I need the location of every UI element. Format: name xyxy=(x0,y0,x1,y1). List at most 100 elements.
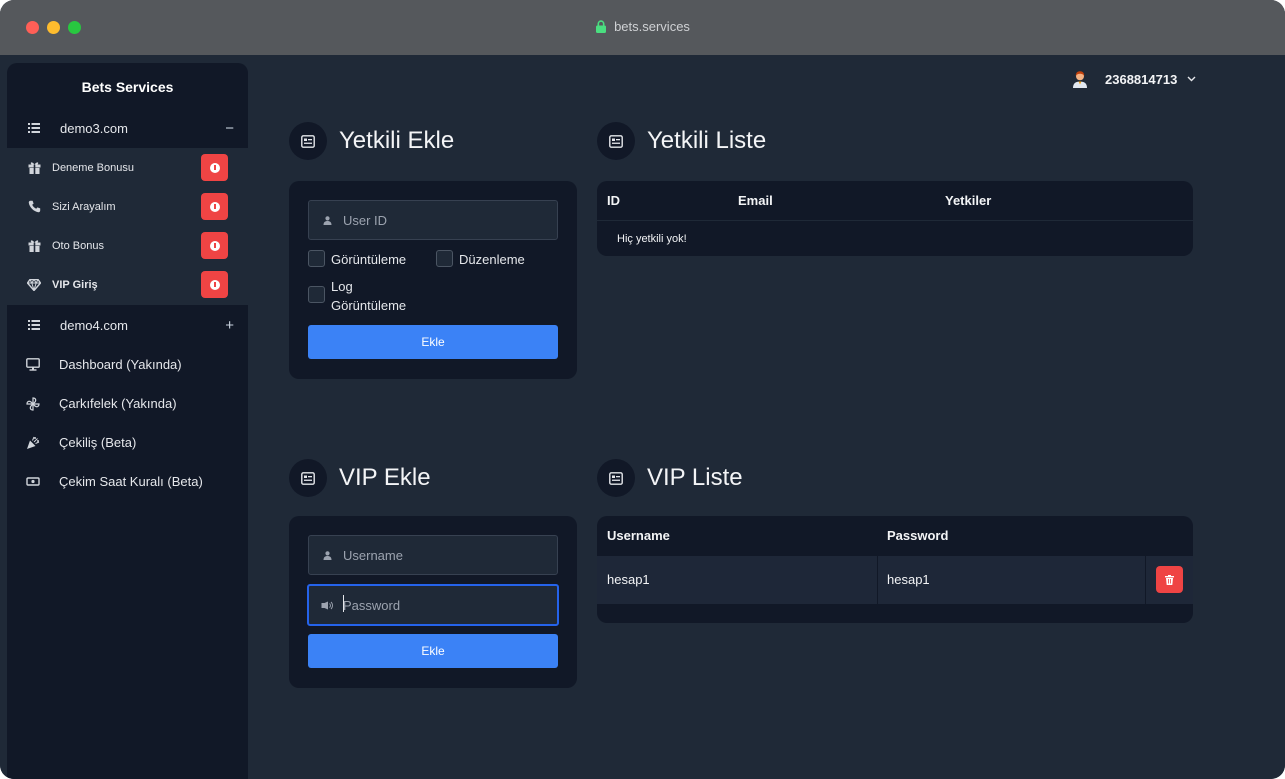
lock-icon xyxy=(596,20,607,33)
username-field[interactable] xyxy=(308,535,558,575)
column-header-email: Email xyxy=(738,193,773,208)
window-controls xyxy=(26,21,81,34)
form-icon xyxy=(289,459,327,497)
sidebar-item-carkifelek[interactable]: Çarkıfelek (Yakında) xyxy=(7,384,248,423)
address-bar[interactable]: bets.services xyxy=(595,19,690,34)
sidebar-item-label: Oto Bonus xyxy=(52,239,104,252)
sidebar-item-dashboard[interactable]: Dashboard (Yakında) xyxy=(7,345,248,384)
perm-log-checkbox[interactable]: Log Görüntüleme xyxy=(308,277,406,315)
browser-window: bets.services Bets Services demo3.com − … xyxy=(0,0,1285,779)
yetkili-liste-table: ID Email Yetkiler Hiç yetkili yok! xyxy=(597,181,1193,256)
checkbox-box[interactable] xyxy=(436,250,453,267)
sidebar-item-label: Sizi Arayalım xyxy=(52,200,116,213)
alert-button[interactable] xyxy=(201,232,228,259)
sidebar-item-label: Deneme Bonusu xyxy=(52,161,134,174)
collapse-icon[interactable]: − xyxy=(225,120,234,137)
avatar xyxy=(1073,71,1087,88)
vip-ekle-card: Ekle xyxy=(289,516,577,688)
vip-liste-table: Username Password hesap1 hesap1 xyxy=(597,516,1193,623)
column-divider xyxy=(877,556,878,604)
sidebar-item-cekim-saat-kurali[interactable]: Çekim Saat Kuralı (Beta) xyxy=(7,462,248,501)
sidebar-item-deneme-bonusu[interactable]: Deneme Bonusu xyxy=(7,148,248,187)
yetkili-ekle-card: Görüntüleme Düzenleme Log Görüntüleme Ek… xyxy=(289,181,577,379)
sidebar-item-label: Dashboard (Yakında) xyxy=(59,357,182,372)
sidebar-subgroup-demo3: Deneme Bonusu Sizi Arayalım Oto Bonus VI… xyxy=(7,148,248,305)
column-header-id: ID xyxy=(607,193,620,208)
password-input[interactable] xyxy=(343,597,543,613)
ekle-button[interactable]: Ekle xyxy=(308,325,558,359)
empty-table-message: Hiç yetkili yok! xyxy=(617,233,687,245)
delete-button[interactable] xyxy=(1156,566,1183,593)
ekle-button[interactable]: Ekle xyxy=(308,634,558,668)
sidebar-item-cekilis[interactable]: Çekiliş (Beta) xyxy=(7,423,248,462)
alert-icon xyxy=(209,240,220,251)
column-divider xyxy=(1145,556,1146,604)
user-icon xyxy=(321,214,333,226)
user-id-input[interactable] xyxy=(343,212,543,228)
list-icon xyxy=(26,120,42,136)
alert-icon xyxy=(209,201,220,212)
text-cursor xyxy=(343,595,344,612)
column-header-yetkiler: Yetkiler xyxy=(945,193,992,208)
alert-icon xyxy=(209,162,220,173)
section-heading-vip-liste: VIP Liste xyxy=(597,459,743,497)
minimize-window-button[interactable] xyxy=(47,21,60,34)
username-input[interactable] xyxy=(343,547,543,563)
diamond-icon xyxy=(26,277,42,293)
sidebar-item-label: Çekim Saat Kuralı (Beta) xyxy=(59,474,203,489)
sidebar-site-demo3[interactable]: demo3.com − xyxy=(7,109,248,147)
column-header-password: Password xyxy=(887,528,949,543)
key-icon xyxy=(321,599,333,611)
section-title: Yetkili Ekle xyxy=(339,127,455,154)
checkbox-label-line1: Log xyxy=(331,279,353,294)
form-icon xyxy=(597,459,635,497)
password-field[interactable] xyxy=(307,584,559,626)
perm-view-checkbox[interactable]: Görüntüleme xyxy=(308,250,406,269)
sidebar-site-label: demo4.com xyxy=(60,317,128,333)
chevron-down-icon xyxy=(1187,74,1196,85)
list-icon xyxy=(26,317,42,333)
monitor-icon xyxy=(25,357,41,373)
section-title: VIP Liste xyxy=(647,464,743,491)
section-title: VIP Ekle xyxy=(339,464,431,491)
section-heading-vip-ekle: VIP Ekle xyxy=(289,459,431,497)
checkbox-box[interactable] xyxy=(308,286,325,303)
perm-edit-checkbox[interactable]: Düzenleme xyxy=(436,250,525,269)
expand-icon[interactable]: + xyxy=(225,317,234,334)
gift-icon xyxy=(26,160,42,176)
sidebar-item-label: Çarkıfelek (Yakında) xyxy=(59,396,177,411)
pinwheel-icon xyxy=(25,396,41,412)
table-divider xyxy=(597,220,1193,221)
brand-title: Bets Services xyxy=(81,78,174,95)
user-id-field[interactable] xyxy=(308,200,558,240)
alert-button[interactable] xyxy=(201,193,228,220)
form-icon xyxy=(597,122,635,160)
party-popper-icon xyxy=(25,435,41,451)
user-menu[interactable]: 2368814713 xyxy=(1072,70,1196,88)
gift-icon xyxy=(26,238,42,254)
alert-button[interactable] xyxy=(201,154,228,181)
checkbox-label-line2: Görüntüleme xyxy=(331,298,407,313)
section-heading-yetkili-ekle: Yetkili Ekle xyxy=(289,122,454,160)
checkbox-label: Düzenleme xyxy=(459,252,525,267)
cell-username: hesap1 xyxy=(607,572,650,587)
sidebar-item-vip-giris[interactable]: VIP Giriş xyxy=(7,265,248,304)
table-row: hesap1 hesap1 xyxy=(597,556,1193,604)
close-window-button[interactable] xyxy=(26,21,39,34)
sidebar-item-label: Çekiliş (Beta) xyxy=(59,435,137,450)
section-heading-yetkili-liste: Yetkili Liste xyxy=(597,122,766,160)
alert-icon xyxy=(209,279,220,290)
url-text: bets.services xyxy=(614,19,690,34)
trash-icon xyxy=(1165,574,1174,585)
sidebar-site-demo4[interactable]: demo4.com + xyxy=(7,306,248,344)
maximize-window-button[interactable] xyxy=(68,21,81,34)
sidebar-item-label: VIP Giriş xyxy=(52,278,98,291)
sidebar-item-sizi-arayalim[interactable]: Sizi Arayalım xyxy=(7,187,248,226)
checkbox-label: Görüntüleme xyxy=(331,252,407,267)
section-title: Yetkili Liste xyxy=(647,127,767,154)
alert-button[interactable] xyxy=(201,271,228,298)
form-icon xyxy=(289,122,327,160)
sidebar-item-oto-bonus[interactable]: Oto Bonus xyxy=(7,226,248,265)
browser-titlebar: bets.services xyxy=(0,0,1285,55)
checkbox-box[interactable] xyxy=(308,250,325,267)
